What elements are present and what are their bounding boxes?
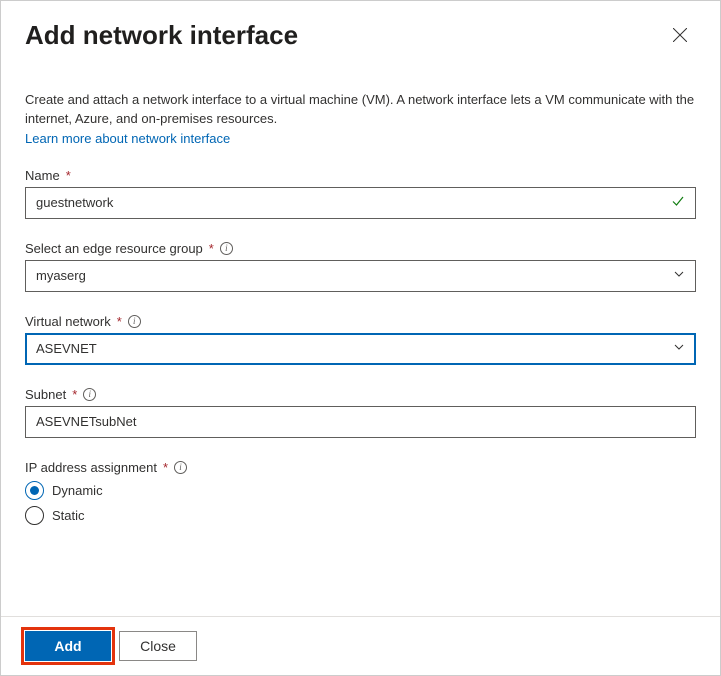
ip-assignment-dynamic-radio[interactable]: Dynamic <box>25 481 696 500</box>
info-icon[interactable]: i <box>128 315 141 328</box>
name-label: Name <box>25 168 60 183</box>
ip-assignment-label: IP address assignment <box>25 460 157 475</box>
add-button[interactable]: Add <box>25 631 111 661</box>
required-indicator: * <box>66 168 71 183</box>
virtual-network-value: ASEVNET <box>36 341 97 356</box>
radio-icon <box>25 506 44 525</box>
resource-group-select[interactable]: myaserg <box>25 260 696 292</box>
virtual-network-select[interactable]: ASEVNET <box>25 333 696 365</box>
subnet-input[interactable]: ASEVNETsubNet <box>25 406 696 438</box>
required-indicator: * <box>209 241 214 256</box>
dialog-title: Add network interface <box>25 20 298 51</box>
radio-label-static: Static <box>52 508 85 523</box>
checkmark-icon <box>671 194 685 211</box>
chevron-down-icon <box>673 341 685 356</box>
close-icon[interactable] <box>664 19 696 51</box>
name-input[interactable]: guestnetwork <box>25 187 696 219</box>
chevron-down-icon <box>673 268 685 283</box>
info-icon[interactable]: i <box>174 461 187 474</box>
required-indicator: * <box>72 387 77 402</box>
radio-icon <box>25 481 44 500</box>
virtual-network-label: Virtual network <box>25 314 111 329</box>
resource-group-label: Select an edge resource group <box>25 241 203 256</box>
name-value: guestnetwork <box>36 195 113 210</box>
info-icon[interactable]: i <box>220 242 233 255</box>
ip-assignment-static-radio[interactable]: Static <box>25 506 696 525</box>
required-indicator: * <box>163 460 168 475</box>
subnet-label: Subnet <box>25 387 66 402</box>
subnet-value: ASEVNETsubNet <box>36 414 136 429</box>
required-indicator: * <box>117 314 122 329</box>
resource-group-value: myaserg <box>36 268 86 283</box>
radio-label-dynamic: Dynamic <box>52 483 103 498</box>
info-icon[interactable]: i <box>83 388 96 401</box>
learn-more-link[interactable]: Learn more about network interface <box>25 131 230 146</box>
close-button[interactable]: Close <box>119 631 197 661</box>
description-text: Create and attach a network interface to… <box>25 91 696 129</box>
